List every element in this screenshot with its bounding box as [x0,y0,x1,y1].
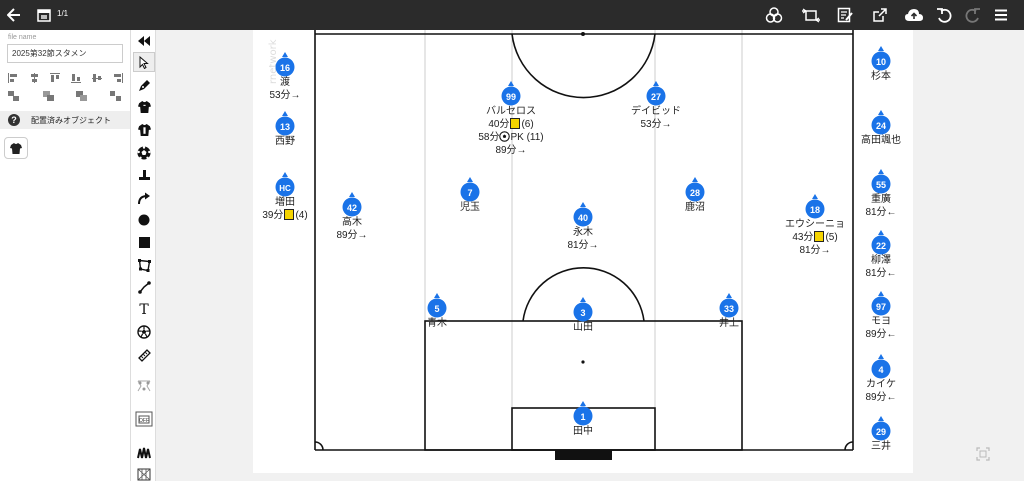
player-event: 81分← [865,268,897,279]
svg-text:16: 16 [280,63,290,73]
svg-text:29: 29 [876,427,886,437]
player-pin-icon: 16 [275,52,295,77]
player-pin-icon: 4 [871,354,891,379]
player-pin-icon: 3 [573,297,593,322]
player-name: 三井 [871,441,891,452]
player-pin-icon: 22 [871,230,891,255]
svg-text:HC: HC [279,184,291,193]
bench-player-marker[interactable]: 24 高田颯也 [841,110,921,147]
player-marker[interactable]: 27 デイビッド 53分→ [616,81,696,131]
svg-text:10: 10 [876,57,886,67]
svg-text:22: 22 [876,241,886,251]
player-pin-icon: 5 [427,293,447,318]
bench-player-marker[interactable]: 29 三井 [841,416,921,453]
player-name: 山田 [573,322,593,333]
player-pin-icon: 29 [871,416,891,441]
player-pin-icon: 10 [871,46,891,71]
player-marker[interactable]: 1 田中 [543,401,623,438]
player-pin-icon: HC [275,172,295,197]
player-name: 西野 [275,136,295,147]
player-pin-icon: 28 [685,177,705,202]
bench-player-marker[interactable]: 10 杉本 [841,46,921,83]
player-event: 81分← [865,207,897,218]
bench-player-marker[interactable]: 22 柳澤 81分← [841,230,921,280]
svg-text:55: 55 [876,180,886,190]
player-pin-icon: 7 [460,177,480,202]
player-name: カイケ [866,379,896,390]
bench-player-marker[interactable]: 4 カイケ 89分← [841,354,921,404]
player-name: 田中 [573,426,593,437]
player-name: 重廣 [871,194,891,205]
fit-screen-icon[interactable] [976,447,990,461]
player-pin-icon: 97 [871,291,891,316]
player-name: 青木 [427,318,447,329]
player-name: 児玉 [460,202,480,213]
player-pin-icon: 40 [573,202,593,227]
svg-text:3: 3 [580,308,585,318]
svg-text:24: 24 [876,121,886,131]
goal-ball-icon [499,131,511,142]
player-event: 89分← [865,329,897,340]
svg-text:18: 18 [810,205,820,215]
player-name: 杉本 [871,71,891,82]
player-event: 81分→ [567,240,599,251]
player-name: デイビッド [631,106,681,117]
svg-text:27: 27 [651,92,661,102]
player-name: バルセロス [486,106,536,117]
player-pin-icon: 13 [275,111,295,136]
player-event: 89分← [865,392,897,403]
player-name: 渡 [280,77,290,88]
player-name: 高田颯也 [861,135,901,146]
player-event: 58分 PK (11) [478,131,544,143]
player-event: 53分→ [269,90,301,101]
player-marker[interactable]: 13 西野 [245,111,325,148]
player-pin-icon: 55 [871,169,891,194]
player-event: 40分 (6) [488,118,534,130]
svg-text:1: 1 [580,412,585,422]
player-name: 永木 [573,227,593,238]
player-event: 89分→ [495,145,527,156]
svg-text:99: 99 [506,92,516,102]
player-marker[interactable]: 28 鹿沼 [655,177,735,214]
player-name: 高木 [342,217,362,228]
player-marker[interactable]: 3 山田 [543,297,623,334]
svg-text:40: 40 [578,213,588,223]
player-marker[interactable]: 33 井上 [689,293,769,330]
svg-text:5: 5 [434,304,439,314]
player-marker[interactable]: 5 青木 [397,293,477,330]
player-marker[interactable]: 16 渡 53分→ [245,52,325,102]
yellow-card-icon [284,209,295,220]
svg-text:33: 33 [724,304,734,314]
player-pin-icon: 18 [805,194,825,219]
player-pin-icon: 33 [719,293,739,318]
player-name: 柳澤 [871,255,891,266]
yellow-card-icon [814,231,825,242]
bench-player-marker[interactable]: 55 重廣 81分← [841,169,921,219]
yellow-card-icon [510,118,521,129]
player-pin-icon: 99 [501,81,521,106]
svg-text:4: 4 [878,365,883,375]
player-marker[interactable]: 7 児玉 [430,177,510,214]
player-pin-icon: 42 [342,192,362,217]
svg-text:13: 13 [280,122,290,132]
player-event: 53分→ [640,119,672,130]
svg-text:7: 7 [467,188,472,198]
player-marker[interactable]: 40 永木 81分→ [543,202,623,252]
player-name: モヨ [871,316,891,327]
svg-text:28: 28 [690,188,700,198]
player-marker[interactable]: 99 バルセロス 40分 (6) 58分 PK (11) 89分→ [471,81,551,157]
player-pin-icon: 24 [871,110,891,135]
svg-text:97: 97 [876,302,886,312]
player-pin-icon: 27 [646,81,666,106]
player-name: 鹿沼 [685,202,705,213]
bench-player-marker[interactable]: 97 モヨ 89分← [841,291,921,341]
player-pin-icon: 1 [573,401,593,426]
svg-text:42: 42 [347,203,357,213]
player-name: 井上 [719,318,739,329]
player-event: 89分→ [336,230,368,241]
player-marker[interactable]: 42 高木 89分→ [312,192,392,242]
